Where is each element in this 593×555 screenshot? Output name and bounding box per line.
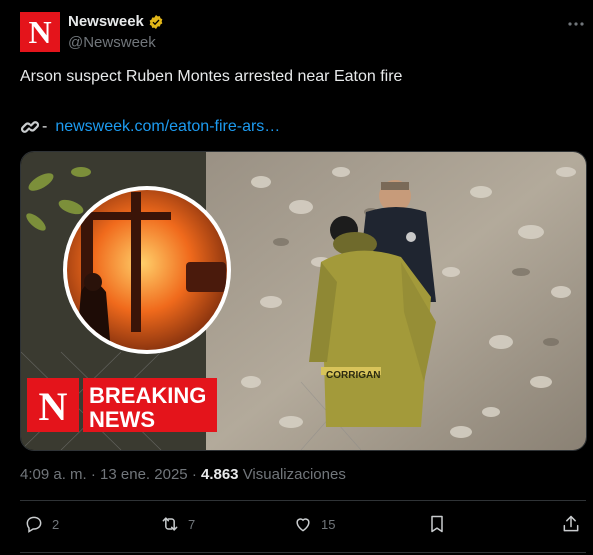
link-dash: -	[42, 118, 48, 135]
share-button[interactable]	[561, 514, 581, 534]
breaking-badge-letter: N	[39, 384, 68, 429]
verified-badge-icon	[149, 14, 163, 29]
post-date[interactable]: 13 ene. 2025	[100, 466, 188, 483]
more-options-icon[interactable]	[566, 14, 586, 34]
like-count: 15	[321, 516, 336, 532]
tweet: N Newsweek @Newsweek Arson suspect Ruben…	[0, 0, 593, 555]
repost-count: 7	[188, 516, 196, 532]
news-text: NEWS	[89, 407, 155, 432]
author-name[interactable]: Newsweek	[68, 13, 164, 30]
heart-icon	[296, 518, 310, 532]
divider-top	[20, 500, 586, 501]
avatar[interactable]: N	[20, 12, 60, 52]
link-url[interactable]: newsweek.com/eaton-fire-ars…	[55, 118, 280, 136]
divider-bottom	[20, 552, 586, 553]
repost-button[interactable]: 7	[160, 514, 195, 534]
bookmark-button[interactable]	[427, 514, 447, 534]
link-icon	[20, 121, 40, 133]
news-photo: CORRIGAN N BREAKING NEWS	[21, 152, 586, 450]
reply-count: 2	[52, 516, 60, 532]
tweet-text: Arson suspect Ruben Montes arrested near…	[20, 68, 403, 85]
meta-separator: ·	[90, 466, 96, 483]
reply-icon	[26, 516, 42, 533]
share-icon	[563, 515, 579, 532]
tweet-link[interactable]: - newsweek.com/eaton-fire-ars…	[20, 117, 280, 137]
breaking-text: BREAKING	[89, 383, 206, 408]
tweet-image[interactable]: CORRIGAN N BREAKING NEWS	[20, 151, 587, 451]
post-time[interactable]: 4:09 a. m.	[20, 466, 87, 483]
action-bar: 2 7 15	[0, 510, 593, 542]
jacket-text: CORRIGAN	[326, 370, 380, 381]
author-handle[interactable]: @Newsweek	[68, 34, 156, 51]
views-label: Visualizaciones	[242, 466, 346, 483]
tweet-meta: 4:09 a. m. · 13 ene. 2025 · 4.863 Visual…	[20, 466, 346, 483]
bookmark-icon	[431, 515, 443, 533]
meta-separator-2: ·	[191, 466, 197, 483]
author-name-text[interactable]: Newsweek	[68, 13, 144, 30]
reply-button[interactable]: 2	[24, 514, 59, 534]
repost-icon	[162, 517, 178, 531]
views-count: 4.863	[200, 466, 239, 483]
like-button[interactable]: 15	[293, 514, 335, 534]
